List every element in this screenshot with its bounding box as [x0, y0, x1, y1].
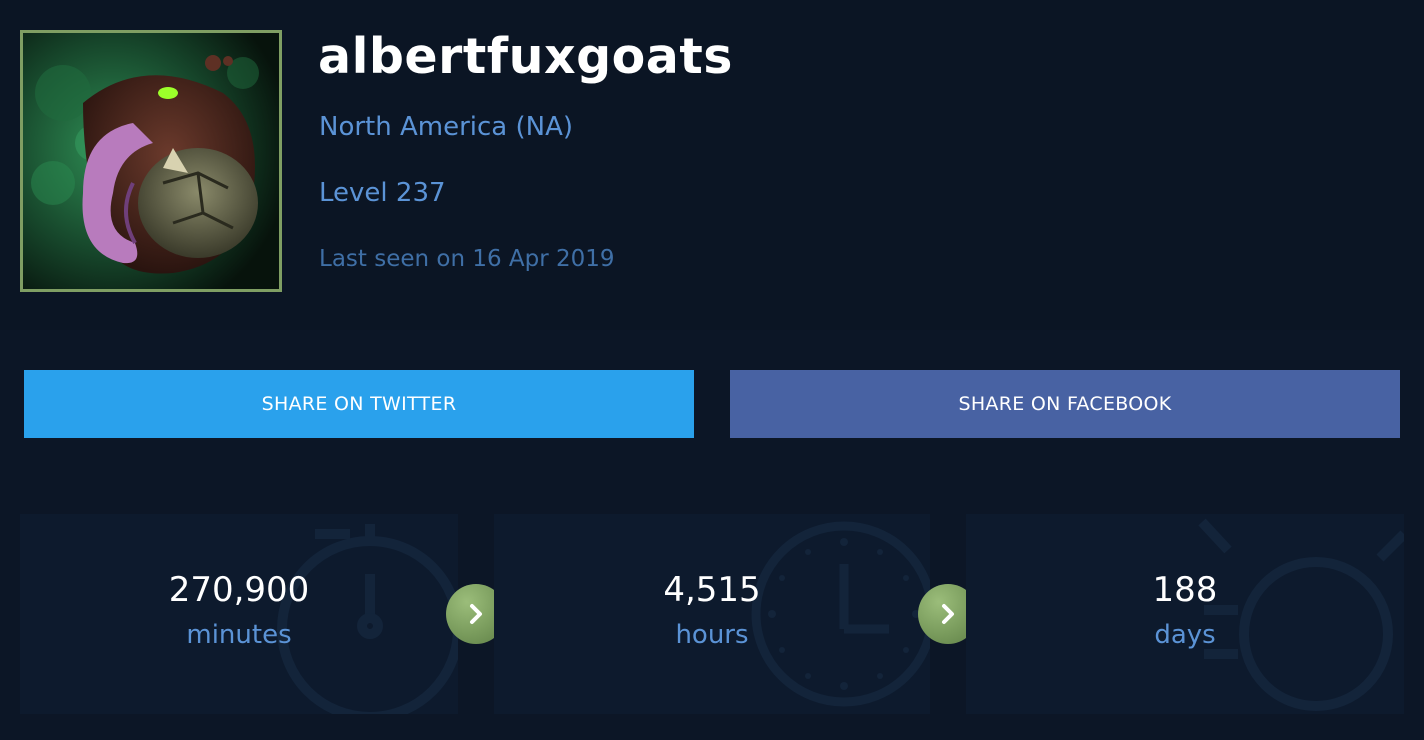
stopwatch-icon [277, 524, 458, 714]
stat-unit: minutes [186, 620, 292, 650]
last-seen-label: Last seen on 16 Apr 2019 [319, 246, 615, 272]
stat-card-minutes: 270,900 minutes [20, 514, 458, 714]
stat-unit: days [1154, 620, 1216, 650]
region-label: North America (NA) [319, 112, 574, 142]
profile-avatar [20, 30, 282, 292]
chevron-right-icon [942, 604, 954, 624]
chevron-right-icon [470, 604, 482, 624]
stat-value: 270,900 [168, 570, 310, 610]
share-facebook-button[interactable]: SHARE ON FACEBOOK [730, 370, 1400, 438]
profile-header: albertfuxgoats North America (NA) Level … [0, 0, 1424, 330]
stat-card-hours: 4,515 hours [494, 514, 930, 714]
stat-unit: hours [675, 620, 749, 650]
username: albertfuxgoats [318, 28, 733, 85]
share-twitter-button[interactable]: SHARE ON TWITTER [24, 370, 694, 438]
champion-portrait-icon [23, 33, 279, 289]
stat-card-days: 188 days [966, 514, 1404, 714]
clock-icon [751, 521, 930, 707]
timer-icon [1198, 518, 1404, 711]
level-label: Level 237 [319, 178, 446, 208]
profile-page: albertfuxgoats North America (NA) Level … [0, 0, 1424, 740]
stat-value: 4,515 [663, 570, 761, 610]
stat-value: 188 [1152, 570, 1218, 610]
